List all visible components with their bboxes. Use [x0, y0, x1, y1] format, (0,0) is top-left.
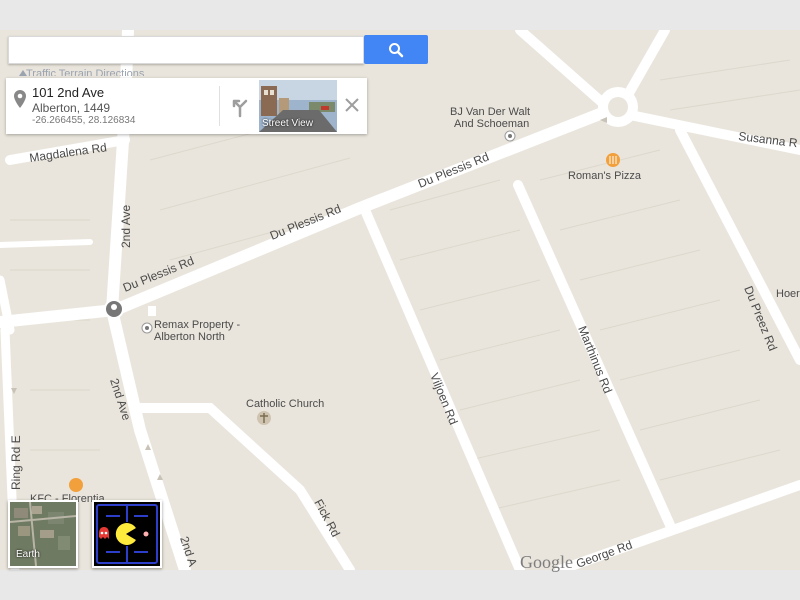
road-label-du-plessis-3: Du Plessis Rd	[416, 150, 491, 191]
law-firm-poi-icon[interactable]	[504, 130, 516, 142]
poi-label-hoers: Hoers	[776, 288, 800, 300]
building-marker	[148, 306, 156, 316]
place-info-card: 101 2nd Ave Alberton, 1449 -26.266455, 2…	[6, 78, 367, 134]
layers-strip-text: Traffic Terrain Directions	[26, 68, 145, 76]
location-pin-icon[interactable]	[104, 299, 124, 319]
poi-label-bj-1: BJ Van Der Walt	[450, 106, 530, 118]
street-view-thumbnail[interactable]: Street View	[259, 80, 337, 132]
road-label-ring-rd: Ring Rd E	[9, 435, 23, 490]
restaurant-poi-icon[interactable]	[606, 153, 620, 167]
kfc-restaurant-icon[interactable]	[69, 478, 83, 492]
poi-label-romans: Roman's Pizza	[568, 170, 642, 182]
layers-strip[interactable]: Traffic Terrain Directions	[8, 64, 364, 76]
address-line-1: 101 2nd Ave	[32, 85, 105, 100]
coordinates-text: -26.266455, 28.126834	[32, 115, 136, 126]
road-label-viljoen: Viljoen Rd	[427, 371, 460, 427]
directions-button[interactable]	[228, 94, 252, 118]
directions-icon	[232, 99, 248, 118]
poi-label-bj-2: And Schoeman	[454, 118, 529, 130]
office-poi-icon[interactable]	[141, 322, 153, 334]
page-frame: Du Plessis Rd Du Plessis Rd Du Plessis R…	[0, 0, 800, 600]
road-label-george: George Rd	[574, 538, 634, 570]
church-poi-icon[interactable]	[257, 411, 271, 425]
earth-view-button[interactable]: Earth	[8, 500, 78, 568]
earth-label: Earth	[16, 549, 40, 560]
poi-label-catholic: Catholic Church	[246, 398, 324, 410]
pacman-icon	[94, 502, 160, 566]
road-label-marthinus: Marthinus Rd	[575, 324, 615, 395]
road-label-2nd-ave-1: 2nd Ave	[119, 205, 133, 248]
search-box[interactable]	[8, 36, 364, 64]
address-line-2: Alberton, 1449	[32, 101, 111, 115]
pin-icon	[14, 90, 26, 108]
poi-label-remax-2: Alberton North	[154, 331, 225, 343]
google-logo: Google	[520, 552, 573, 572]
street-view-label: Street View	[262, 118, 313, 129]
search-button[interactable]	[364, 35, 428, 64]
close-icon	[345, 98, 359, 112]
poi-label-remax-1: Remax Property -	[154, 319, 241, 331]
search-icon	[389, 42, 404, 57]
card-divider	[219, 86, 220, 126]
road-label-magdalena: Magdalena Rd	[28, 140, 107, 165]
pacman-game-button[interactable]	[92, 500, 162, 568]
close-button[interactable]	[343, 96, 361, 114]
search-input[interactable]	[9, 37, 363, 63]
